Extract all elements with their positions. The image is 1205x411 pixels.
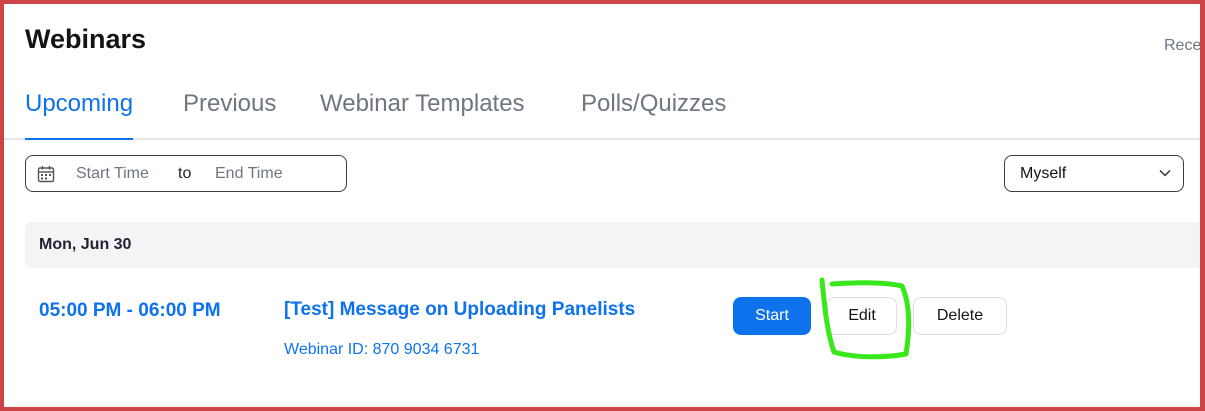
tab-bar: Upcoming Previous Webinar Templates Poll… (4, 90, 1200, 140)
owner-select-value: Myself (1020, 165, 1067, 182)
end-time-input[interactable]: End Time (215, 165, 283, 183)
chevron-down-icon (1159, 169, 1171, 177)
app-window: Webinars Rece Upcoming Previous Webinar … (0, 0, 1205, 411)
date-range-separator: to (178, 165, 192, 182)
tab-polls-quizzes[interactable]: Polls/Quizzes (581, 90, 726, 138)
calendar-icon (37, 166, 55, 183)
owner-select[interactable]: Myself (1004, 155, 1184, 192)
webinar-time: 05:00 PM - 06:00 PM (39, 300, 221, 321)
start-button[interactable]: Start (733, 297, 811, 335)
tab-upcoming[interactable]: Upcoming (25, 90, 134, 140)
page-title: Webinars (25, 24, 147, 54)
tab-webinar-templates[interactable]: Webinar Templates (320, 90, 525, 138)
recently-deleted-link[interactable]: Rece (1164, 37, 1200, 55)
tab-previous[interactable]: Previous (183, 90, 276, 138)
date-group-label: Mon, Jun 30 (39, 236, 132, 253)
date-range-picker[interactable]: Start Time to End Time (25, 155, 347, 192)
edit-button[interactable]: Edit (827, 297, 897, 335)
date-group-header: Mon, Jun 30 (25, 222, 1200, 268)
webinar-id: Webinar ID: 870 9034 6731 (284, 341, 480, 358)
webinar-topic-link[interactable]: [Test] Message on Uploading Panelists (284, 299, 635, 321)
start-time-input[interactable]: Start Time (76, 165, 149, 183)
delete-button[interactable]: Delete (913, 297, 1007, 335)
